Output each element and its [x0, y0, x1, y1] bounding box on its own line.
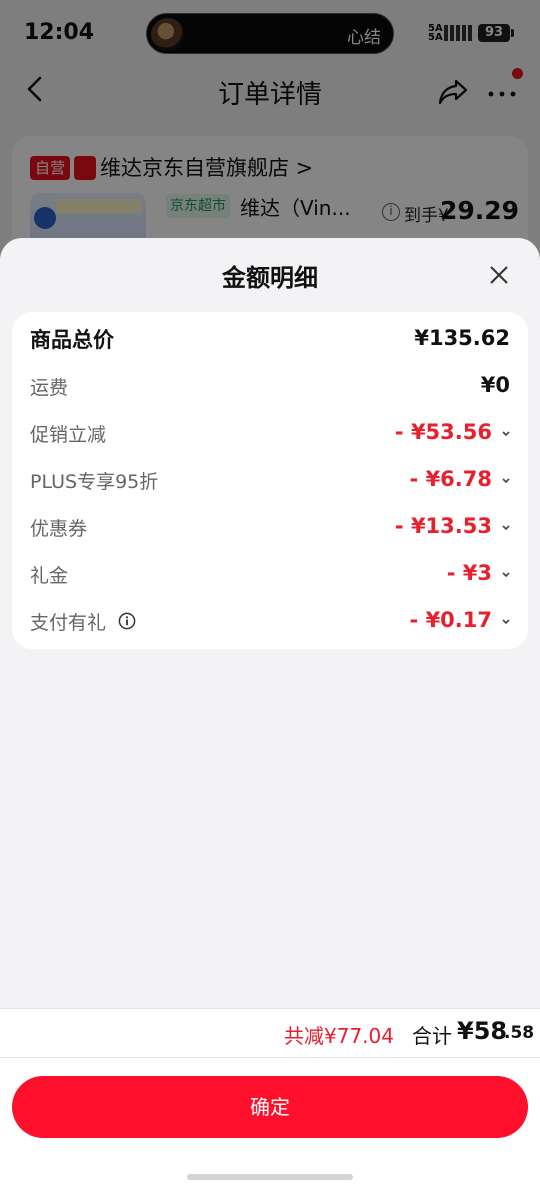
sheet-title: 金额明细: [222, 264, 318, 292]
chevron-down-icon[interactable]: [500, 569, 512, 581]
total-saved: 共减¥77.04: [284, 1024, 394, 1048]
row-label: 商品总价: [30, 328, 114, 352]
row-value: - ¥13.53: [394, 514, 492, 538]
row-value: - ¥3: [446, 561, 492, 585]
row-goods-total: 商品总价 ¥135.62: [12, 322, 528, 358]
amount-detail-sheet: 金额明细 商品总价 ¥135.62 运费 ¥0 促销立减 - ¥53.56 PL…: [0, 238, 540, 1194]
row-gift-cash[interactable]: 礼金 - ¥3: [12, 557, 528, 593]
row-label: PLUS专享95折: [30, 471, 159, 493]
row-label: 促销立减: [30, 424, 107, 446]
close-icon[interactable]: [486, 262, 512, 288]
row-promotion[interactable]: 促销立减 - ¥53.56: [12, 416, 528, 452]
row-value: - ¥6.78: [409, 467, 492, 491]
row-shipping: 运费 ¥0: [12, 369, 528, 405]
row-coupon[interactable]: 优惠券 - ¥13.53: [12, 510, 528, 546]
row-plus-discount[interactable]: PLUS专享95折 - ¥6.78: [12, 463, 528, 499]
row-value: ¥135.62: [414, 326, 510, 350]
summary-bar: 共减¥77.04 合计 ¥58 .58: [0, 1009, 540, 1057]
row-label: 礼金: [30, 565, 69, 587]
row-label: 支付有礼: [30, 612, 107, 634]
amount-detail-card: 商品总价 ¥135.62 运费 ¥0 促销立减 - ¥53.56 PLUS专享9…: [12, 312, 528, 649]
info-icon[interactable]: [118, 612, 136, 630]
chevron-down-icon[interactable]: [500, 522, 512, 534]
row-label: 运费: [30, 377, 69, 399]
row-label: 优惠券: [30, 518, 88, 540]
confirm-button[interactable]: 确定: [12, 1076, 528, 1138]
row-value: ¥0: [480, 373, 510, 397]
confirm-area: 确定: [0, 1058, 540, 1194]
modal-overlay[interactable]: [0, 0, 540, 260]
background-page: 12:04 心结 5A 5A 93 订单详情 自营 维达京东自营旗舰店 > 京东超…: [0, 0, 540, 276]
row-payment-gift[interactable]: 支付有礼 - ¥0.17: [12, 604, 528, 640]
total-value: ¥58: [457, 1017, 508, 1045]
row-value: - ¥53.56: [394, 420, 492, 444]
chevron-down-icon[interactable]: [500, 616, 512, 628]
chevron-down-icon[interactable]: [500, 475, 512, 487]
chevron-down-icon[interactable]: [500, 428, 512, 440]
total-cents: .58: [504, 1023, 535, 1043]
total-label: 合计: [412, 1024, 452, 1048]
home-indicator[interactable]: [187, 1174, 353, 1180]
row-value: - ¥0.17: [409, 608, 492, 632]
